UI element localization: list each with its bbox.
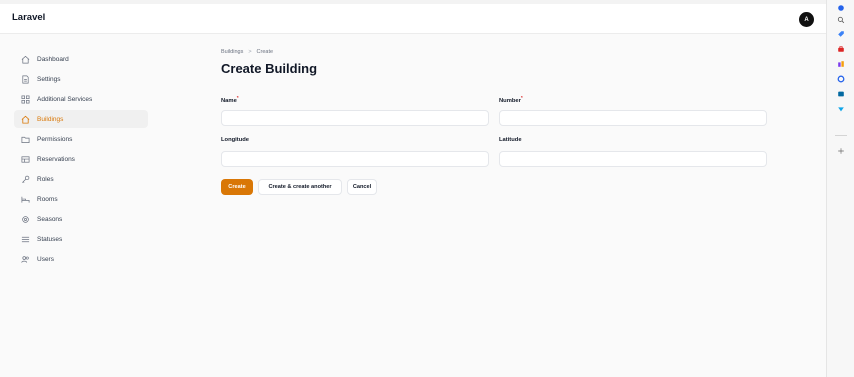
required-mark: * — [236, 96, 239, 101]
home-icon — [21, 55, 30, 64]
longitude-label: Longitude — [221, 137, 250, 143]
form-actions: Create Create & create another Cancel — [221, 179, 382, 195]
longitude-field-group: Longitude — [221, 137, 489, 167]
sidebar-item-label: Users — [37, 255, 54, 263]
sidebar-item-label: Reservations — [37, 155, 75, 163]
main-content: Buildings > Create Create Building Name*… — [221, 49, 767, 195]
sidebar-item-label: Dashboard — [37, 55, 69, 63]
name-label-text: Name — [221, 97, 237, 104]
list-icon — [21, 235, 30, 244]
name-label: Name* — [221, 96, 489, 104]
cancel-button[interactable]: Cancel — [347, 179, 377, 195]
longitude-input[interactable] — [221, 151, 489, 167]
document-icon — [21, 75, 30, 84]
breadcrumb-link-buildings[interactable]: Buildings — [221, 49, 243, 55]
latitude-input[interactable] — [499, 151, 767, 167]
browser-side-panel — [826, 0, 854, 377]
sidebar-item-label: Buildings — [37, 115, 64, 123]
sidebar-item-settings[interactable]: Settings — [14, 70, 148, 88]
outlook-icon[interactable] — [836, 89, 845, 98]
sidebar: Dashboard Settings Additional Services B… — [14, 50, 148, 270]
sidebar-item-reservations[interactable]: Reservations — [14, 150, 148, 168]
number-label: Number* — [499, 96, 767, 104]
sidebar-item-statuses[interactable]: Statuses — [14, 230, 148, 248]
brand-logo[interactable]: Laravel — [12, 12, 45, 23]
latitude-label: Latitude — [499, 137, 522, 143]
required-mark: * — [520, 96, 523, 101]
sidebar-item-permissions[interactable]: Permissions — [14, 130, 148, 148]
send-icon[interactable] — [836, 104, 845, 113]
breadcrumb-current: Create — [256, 49, 274, 55]
breadcrumb-separator: > — [248, 49, 252, 55]
sidebar-item-label: Additional Services — [37, 95, 93, 103]
sidebar-item-label: Rooms — [37, 195, 58, 203]
sidebar-item-roles[interactable]: Roles — [14, 170, 148, 188]
user-avatar[interactable]: A — [799, 12, 814, 27]
page-title: Create Building — [221, 61, 318, 76]
table-icon — [21, 155, 30, 164]
sidebar-item-label: Seasons — [37, 215, 63, 223]
folder-icon — [21, 135, 30, 144]
latitude-field-group: Latitude — [499, 137, 767, 167]
sidebar-item-dashboard[interactable]: Dashboard — [14, 50, 148, 68]
home-icon — [21, 115, 30, 124]
number-label-text: Number — [499, 97, 521, 104]
cog-icon — [21, 215, 30, 224]
app-window: Laravel A Dashboard Settings Additional … — [0, 4, 826, 377]
number-input[interactable] — [499, 110, 767, 126]
office-icon[interactable] — [836, 74, 845, 83]
sidebar-item-label: Settings — [37, 75, 61, 83]
sidebar-item-rooms[interactable]: Rooms — [14, 190, 148, 208]
top-bar: Laravel A — [0, 4, 826, 34]
tag-icon[interactable] — [836, 29, 845, 38]
sidebar-item-label: Permissions — [37, 135, 73, 143]
number-field-group: Number* — [499, 96, 767, 126]
name-field-group: Name* — [221, 96, 489, 126]
create-another-button[interactable]: Create & create another — [258, 179, 342, 195]
create-button[interactable]: Create — [221, 179, 253, 195]
key-icon — [21, 175, 30, 184]
search-icon[interactable] — [836, 15, 845, 24]
bed-icon — [21, 195, 30, 204]
bing-icon[interactable] — [836, 3, 845, 12]
add-icon[interactable] — [836, 146, 845, 155]
sidebar-item-buildings[interactable]: Buildings — [14, 110, 148, 128]
briefcase-icon[interactable] — [836, 44, 845, 53]
sidebar-item-users[interactable]: Users — [14, 250, 148, 268]
name-input[interactable] — [221, 110, 489, 126]
sidebar-item-seasons[interactable]: Seasons — [14, 210, 148, 228]
side-panel-divider — [835, 135, 847, 136]
sidebar-item-label: Statuses — [37, 235, 63, 243]
users-icon — [21, 255, 30, 264]
games-icon[interactable] — [836, 59, 845, 68]
sidebar-item-additional-services[interactable]: Additional Services — [14, 90, 148, 108]
sidebar-item-label: Roles — [37, 175, 54, 183]
grid-icon — [21, 95, 30, 104]
breadcrumb: Buildings > Create — [221, 49, 767, 55]
